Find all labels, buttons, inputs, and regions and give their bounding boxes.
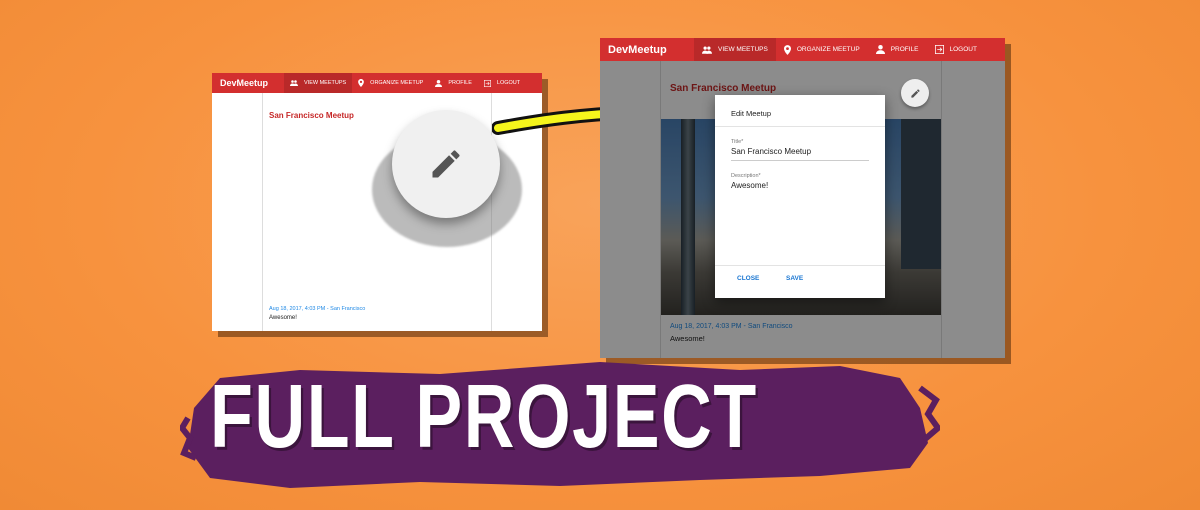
nav-label: PROFILE: [448, 80, 472, 86]
edit-fab-zoomed[interactable]: [392, 110, 500, 218]
meetup-date-location: Aug 18, 2017, 4:03 PM - San Francisco: [269, 306, 366, 312]
nav-view-meetups[interactable]: VIEW MEETUPS: [284, 73, 353, 93]
nav-label: VIEW MEETUPS: [718, 46, 768, 53]
title-field[interactable]: San Francisco Meetup: [731, 147, 811, 156]
exit-icon: [483, 79, 491, 87]
nav-profile[interactable]: PROFILE: [868, 38, 927, 61]
location-pin-icon: [783, 44, 791, 55]
toolbar: DevMeetup VIEW MEETUPS ORGANIZE MEETUP P…: [600, 38, 1005, 61]
divider: [715, 265, 885, 266]
nav-label: ORGANIZE MEETUP: [370, 80, 424, 86]
people-icon: [290, 80, 298, 86]
pencil-icon: [910, 88, 921, 99]
person-icon: [875, 45, 885, 54]
close-button[interactable]: CLOSE: [737, 275, 759, 282]
app-title[interactable]: DevMeetup: [212, 78, 284, 88]
divider: [715, 126, 885, 127]
edit-meetup-dialog: Edit Meetup Title* San Francisco Meetup …: [715, 95, 885, 298]
description-field-label: Description*: [731, 173, 761, 179]
nav-label: ORGANIZE MEETUP: [796, 46, 860, 53]
title-field-underline: [731, 160, 869, 161]
nav-organize-meetup[interactable]: ORGANIZE MEETUP: [776, 38, 868, 61]
banner-title: FULL PROJECT: [210, 367, 758, 467]
right-app-screenshot: DevMeetup VIEW MEETUPS ORGANIZE MEETUP P…: [600, 38, 1005, 358]
meetup-title: San Francisco Meetup: [269, 111, 354, 120]
edit-fab[interactable]: [901, 79, 929, 107]
nav-organize-meetup[interactable]: ORGANIZE MEETUP: [352, 73, 429, 93]
nav-profile[interactable]: PROFILE: [429, 73, 478, 93]
people-icon: [702, 46, 712, 54]
title-field-label: Title*: [731, 139, 744, 145]
exit-icon: [934, 45, 944, 54]
nav-view-meetups[interactable]: VIEW MEETUPS: [694, 38, 776, 61]
person-icon: [435, 79, 443, 87]
save-button[interactable]: SAVE: [786, 275, 803, 282]
dialog-title: Edit Meetup: [731, 109, 772, 118]
pencil-icon: [428, 146, 464, 182]
nav-logout[interactable]: LOGOUT: [927, 38, 985, 61]
location-pin-icon: [358, 79, 365, 87]
description-field[interactable]: Awesome!: [731, 181, 768, 190]
nav-label: VIEW MEETUPS: [304, 80, 347, 86]
nav-label: PROFILE: [890, 46, 919, 53]
app-title[interactable]: DevMeetup: [600, 44, 694, 56]
meetup-description: Awesome!: [269, 315, 297, 321]
nav-label: LOGOUT: [949, 46, 977, 53]
